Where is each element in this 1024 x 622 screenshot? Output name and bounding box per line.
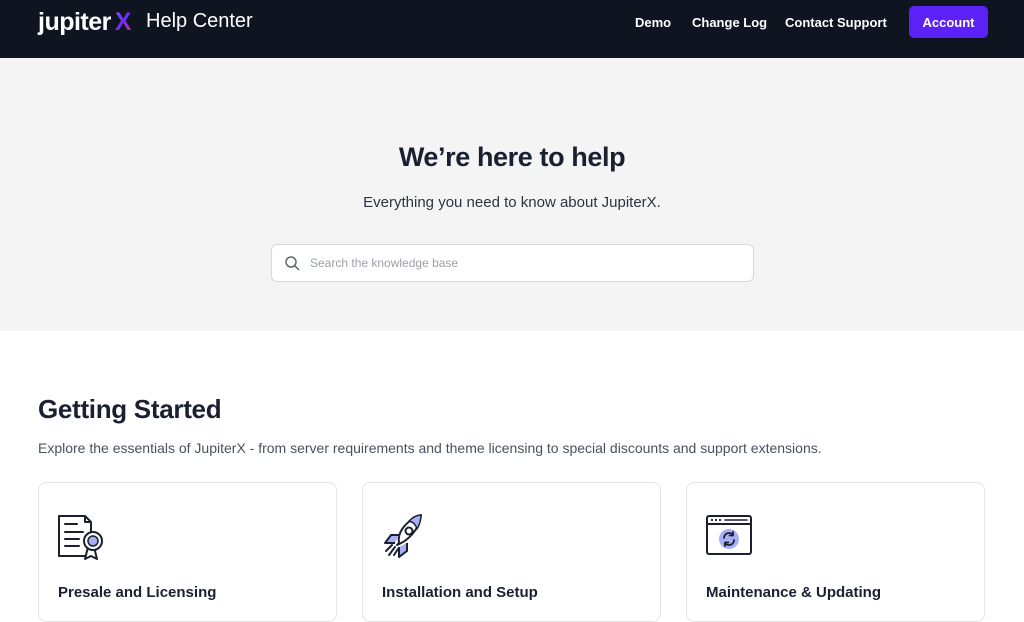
jupiterx-logo[interactable]: jupiter X xyxy=(38,8,132,38)
category-card-installation-setup[interactable]: Installation and Setup xyxy=(362,482,661,622)
top-navbar: jupiter X Help Center Demo Change Log Co… xyxy=(0,0,1024,58)
card-title: Installation and Setup xyxy=(382,584,538,601)
nav-link-demo[interactable]: Demo xyxy=(635,15,671,30)
browser-update-icon xyxy=(706,515,752,555)
card-title: Presale and Licensing xyxy=(58,584,217,601)
category-card-maintenance-updating[interactable]: Maintenance & Updating xyxy=(686,482,985,622)
search-input[interactable] xyxy=(310,246,740,280)
logo-x-mark: X xyxy=(114,8,132,36)
certificate-icon xyxy=(58,515,103,560)
logo-wordmark: jupiter xyxy=(38,8,111,36)
search-box[interactable] xyxy=(271,244,754,282)
nav-link-contact-support[interactable]: Contact Support xyxy=(785,15,887,30)
account-button[interactable]: Account xyxy=(909,6,988,38)
category-card-presale-licensing[interactable]: Presale and Licensing xyxy=(38,482,337,622)
section-title: Getting Started xyxy=(38,394,222,424)
nav-link-change-log[interactable]: Change Log xyxy=(692,15,767,30)
site-title: Help Center xyxy=(146,10,253,32)
rocket-icon xyxy=(384,514,422,558)
hero-section: We’re here to help Everything you need t… xyxy=(0,58,1024,331)
search-icon xyxy=(285,256,300,271)
hero-subtitle: Everything you need to know about Jupite… xyxy=(363,194,661,211)
section-description: Explore the essentials of JupiterX - fro… xyxy=(38,440,822,456)
card-title: Maintenance & Updating xyxy=(706,584,882,601)
hero-title: We’re here to help xyxy=(398,142,626,172)
